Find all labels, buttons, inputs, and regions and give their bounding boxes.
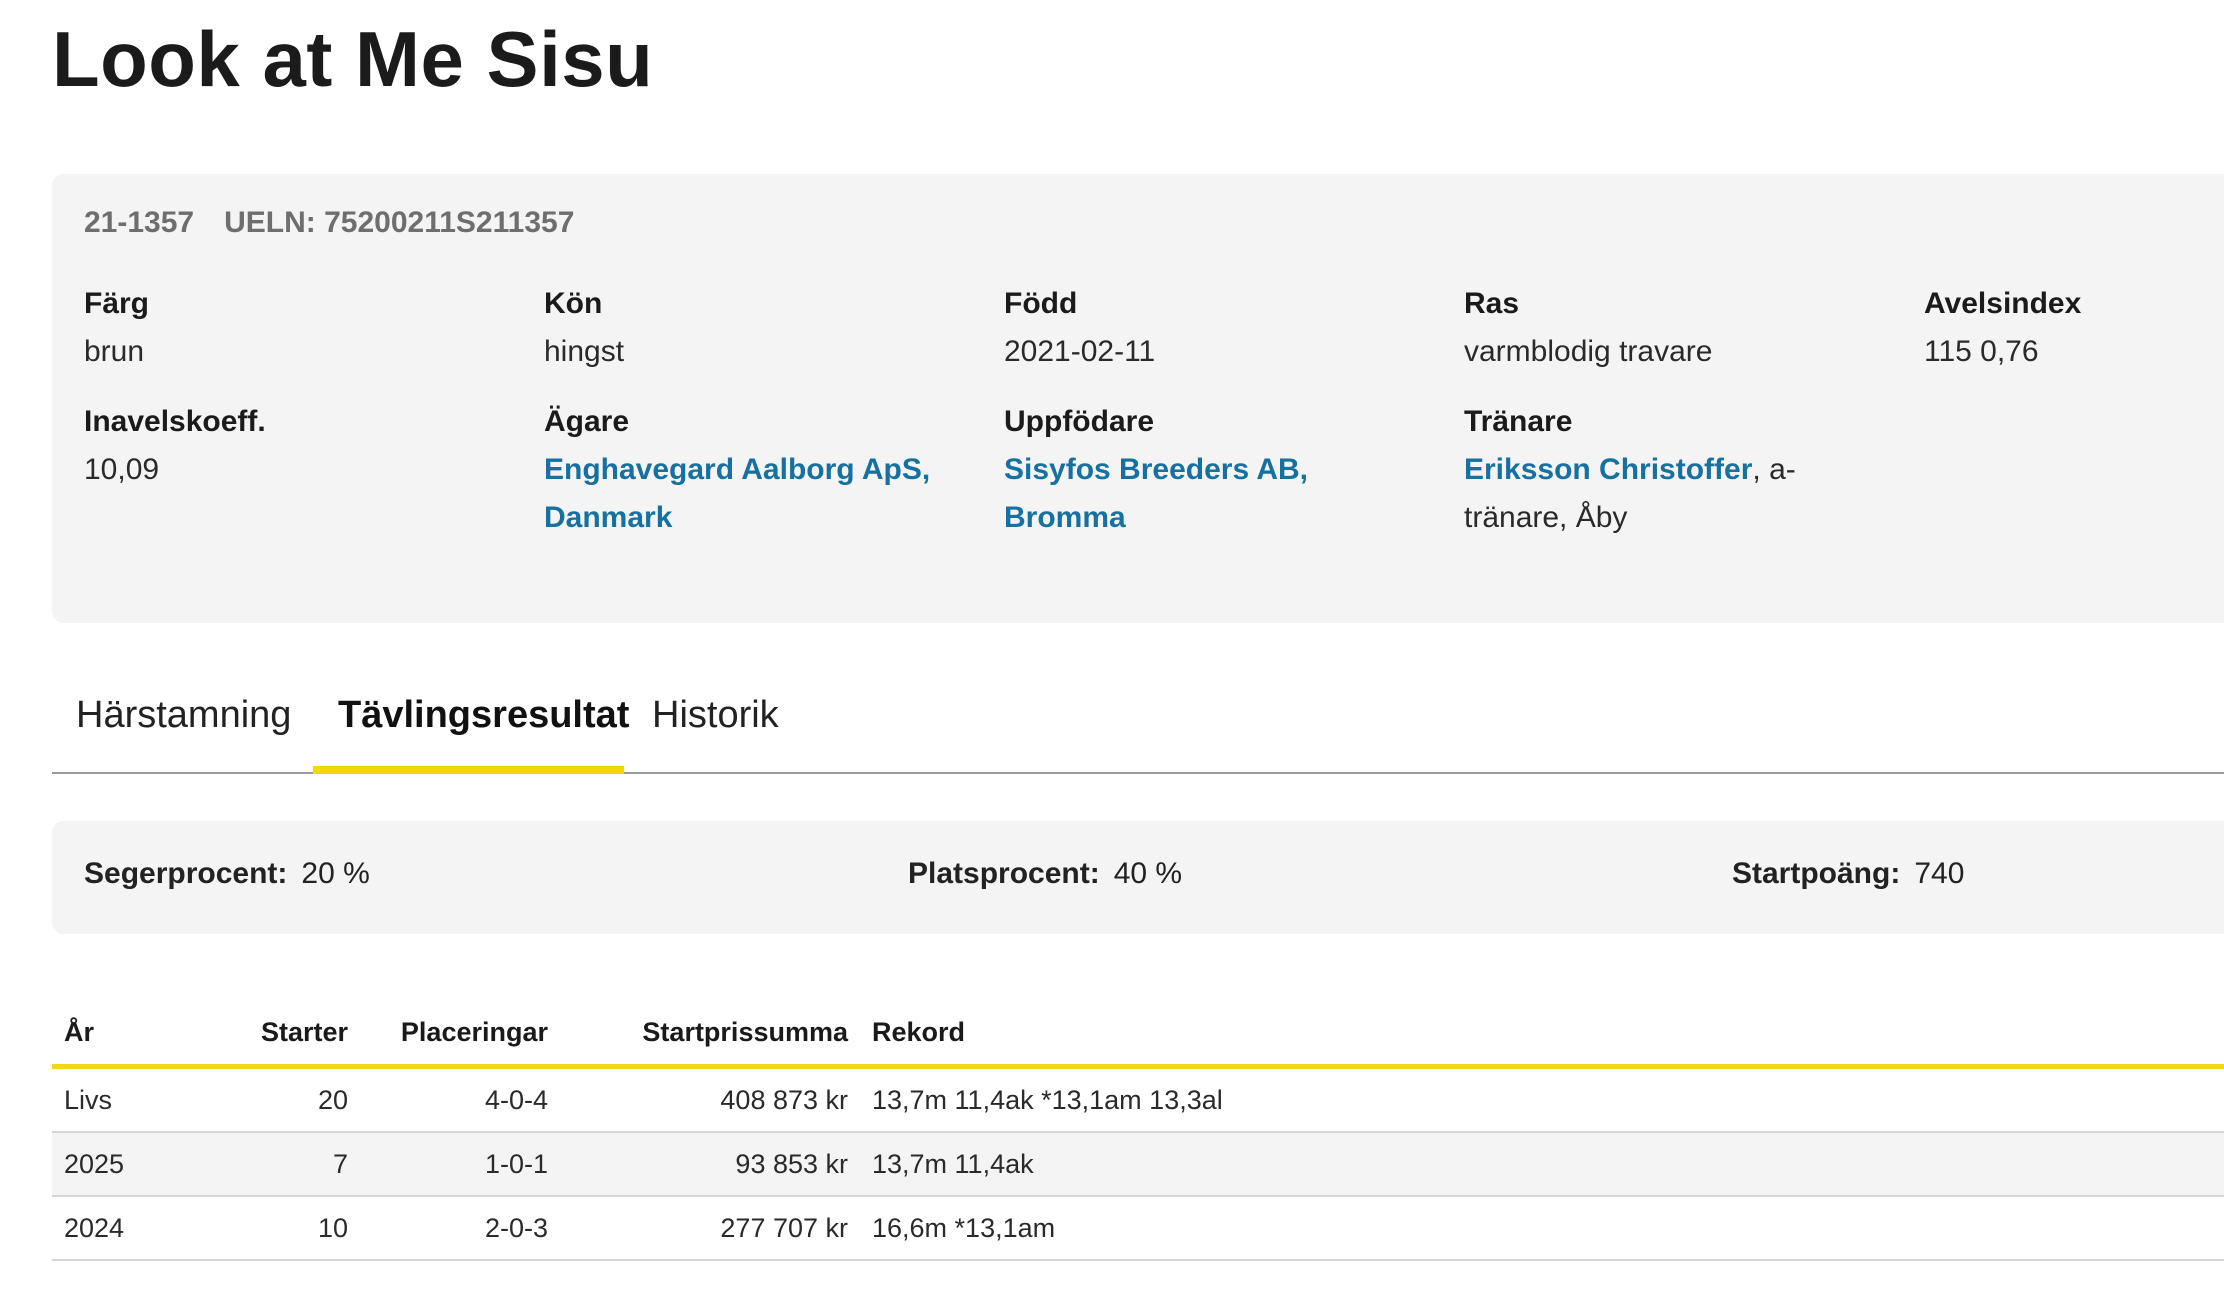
active-tab-indicator <box>313 766 624 774</box>
trainer-location: tränare, Åby <box>1464 501 1628 534</box>
field-value: 115 0,76 <box>1924 335 2039 368</box>
field-breeding-index: Avelsindex 115 0,76 <box>1924 280 2081 376</box>
field-color: Färg brun <box>84 280 149 376</box>
cell-record: 16,6m *13,1am <box>860 1196 2224 1261</box>
cell-year: 2024 <box>52 1196 218 1261</box>
cell-record: 13,7m 11,4ak *13,1am 13,3al <box>860 1066 2224 1133</box>
stat-start-points: Startpoäng: 740 <box>1732 857 1964 891</box>
results-table: År Starter Placeringar Startprissumma Re… <box>52 1000 2224 1261</box>
results-header-row: År Starter Placeringar Startprissumma Re… <box>52 1000 2224 1067</box>
owner-link[interactable]: Enghavegard Aalborg ApS, Danmark <box>544 453 930 534</box>
field-owner: Ägare Enghavegard Aalborg ApS, Danmark <box>544 398 930 542</box>
cell-starts: 10 <box>218 1196 360 1261</box>
field-value: brun <box>84 335 145 368</box>
horse-identifiers: 21-1357 UELN: 75200211S211357 <box>84 206 574 240</box>
cell-year: Livs <box>52 1066 218 1133</box>
stat-label: Segerprocent: <box>84 857 288 890</box>
stat-win-percentage: Segerprocent: 20 % <box>84 857 370 891</box>
field-value: Eriksson Christoffer, a-tränare, Åby <box>1464 446 1796 542</box>
breeder-location: Bromma <box>1004 501 1126 534</box>
table-row: 2025 7 1-0-1 93 853 kr 13,7m 11,4ak <box>52 1132 2224 1197</box>
cell-placings: 4-0-4 <box>360 1066 560 1133</box>
field-trainer: Tränare Eriksson Christoffer, a-tränare,… <box>1464 398 1796 542</box>
field-label: Tränare <box>1464 405 1573 438</box>
field-label: Färg <box>84 287 150 320</box>
registration-number: 21-1357 <box>84 206 195 239</box>
horse-info-card: 21-1357 UELN: 75200211S211357 Färg brun K… <box>52 174 2224 623</box>
tab-bar: Härstamning Tävlingsresultat Historik <box>52 660 2224 774</box>
field-value: 2021-02-11 <box>1004 335 1156 368</box>
stat-label: Startpoäng: <box>1732 857 1901 890</box>
cell-starts: 7 <box>218 1132 360 1197</box>
owner-name: Enghavegard Aalborg ApS, <box>544 453 931 486</box>
horse-page: Look at Me Sisu 21-1357 UELN: 75200211S21… <box>0 0 2224 1290</box>
field-label: Inavelskoeff. <box>84 405 266 438</box>
field-value: hingst <box>544 335 625 368</box>
cell-placings: 2-0-3 <box>360 1196 560 1261</box>
column-header-placings: Placeringar <box>400 1016 548 1047</box>
ueln-number: UELN: 75200211S211357 <box>224 206 575 239</box>
owner-country: Danmark <box>544 501 673 534</box>
column-header-year: År <box>64 1016 95 1047</box>
stat-value: 740 <box>1914 857 1965 890</box>
cell-prize: 408 873 kr <box>560 1066 860 1133</box>
stat-label: Platsprocent: <box>908 857 1100 890</box>
field-label: Ägare <box>544 405 630 438</box>
cell-placings: 1-0-1 <box>360 1132 560 1197</box>
breeder-name: Sisyfos Breeders AB, <box>1004 453 1309 486</box>
field-born: Född 2021-02-11 <box>1004 280 1155 376</box>
column-header-prize: Startprissumma <box>642 1016 848 1047</box>
tab-race-results[interactable]: Tävlingsresultat <box>338 694 629 737</box>
cell-record: 13,7m 11,4ak <box>860 1132 2224 1197</box>
cell-year: 2025 <box>52 1132 218 1197</box>
breeder-link[interactable]: Sisyfos Breeders AB, Bromma <box>1004 453 1308 534</box>
stat-value: 40 % <box>1113 857 1183 890</box>
field-sex: Kön hingst <box>544 280 624 376</box>
field-label: Avelsindex <box>1924 287 2082 320</box>
tab-pedigree[interactable]: Härstamning <box>76 694 291 737</box>
field-inbreeding: Inavelskoeff. 10,09 <box>84 398 266 494</box>
table-row: Livs 20 4-0-4 408 873 kr 13,7m 11,4ak *1… <box>52 1066 2224 1133</box>
cell-prize: 93 853 kr <box>560 1132 860 1197</box>
field-breed: Ras varmblodig travare <box>1464 280 1712 376</box>
table-row: 2024 10 2-0-3 277 707 kr 16,6m *13,1am <box>52 1196 2224 1261</box>
stat-place-percentage: Platsprocent: 40 % <box>908 857 1182 891</box>
cell-prize: 277 707 kr <box>560 1196 860 1261</box>
tab-history[interactable]: Historik <box>652 694 779 737</box>
field-label: Uppfödare <box>1004 405 1154 438</box>
field-label: Ras <box>1464 287 1520 320</box>
field-value: 10,09 <box>84 453 160 486</box>
trainer-type: , a- <box>1752 453 1796 486</box>
column-header-starts: Starter <box>260 1016 348 1047</box>
cell-starts: 20 <box>218 1066 360 1133</box>
field-value: varmblodig travare <box>1464 335 1713 368</box>
stat-value: 20 % <box>301 857 370 890</box>
stats-card: Segerprocent: 20 % Platsprocent: 40 % Star… <box>52 821 2224 934</box>
field-label: Född <box>1004 287 1078 320</box>
field-label: Kön <box>544 287 603 320</box>
column-header-record: Rekord <box>872 1016 966 1047</box>
trainer-link[interactable]: Eriksson Christoffer <box>1464 453 1752 486</box>
page-title: Look at Me Sisu <box>52 15 654 103</box>
field-breeder: Uppfödare Sisyfos Breeders AB, Bromma <box>1004 398 1308 542</box>
